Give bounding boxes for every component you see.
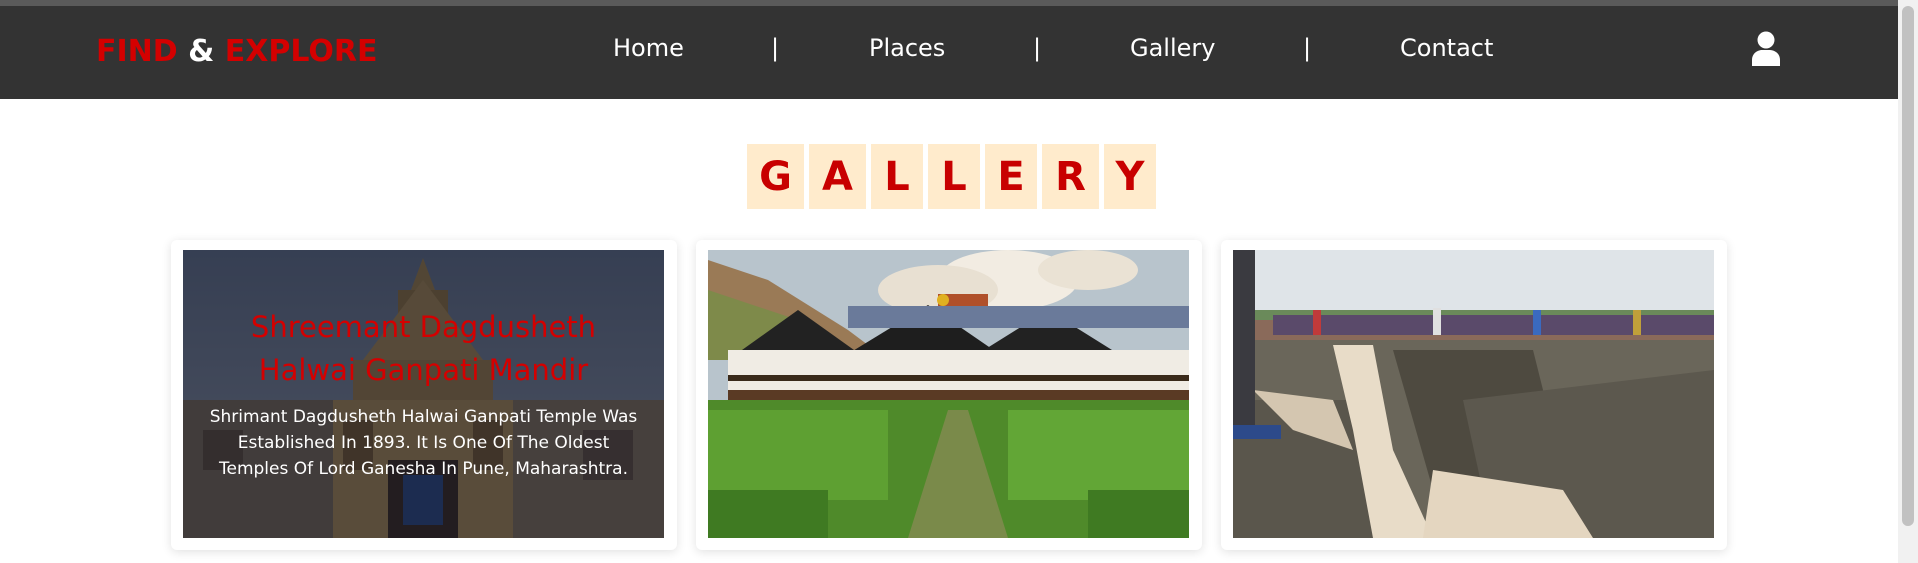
gallery-heading: G A L L E R Y — [747, 144, 1156, 209]
heading-letter: Y — [1104, 144, 1156, 209]
gallery-card-temple[interactable]: Shreemant Dagdusheth Halwai Ganpati Mand… — [171, 240, 677, 550]
heading-letter: L — [928, 144, 980, 209]
temple-photo: Shreemant Dagdusheth Halwai Ganpati Mand… — [183, 250, 664, 538]
heading-letter: A — [809, 144, 866, 209]
card-description: Shrimant Dagdusheth Halwai Ganpati Templ… — [209, 407, 638, 479]
waterfall-photo — [1233, 250, 1714, 538]
card-overlay: Shreemant Dagdusheth Halwai Ganpati Mand… — [183, 250, 664, 538]
scrollbar-thumb[interactable] — [1902, 6, 1914, 526]
heading-letter: R — [1042, 144, 1099, 209]
logo-explore: EXPLORE — [224, 34, 378, 69]
nav-separator: | — [1303, 34, 1312, 62]
nav-separator: | — [1033, 34, 1042, 62]
nav-separator: | — [771, 34, 780, 62]
nav-link-places[interactable]: Places — [869, 34, 945, 62]
card-title: Shreemant Dagdusheth Halwai Ganpati Mand… — [250, 310, 597, 387]
nav-link-gallery[interactable]: Gallery — [1130, 34, 1215, 62]
logo-ampersand: & — [188, 34, 215, 69]
logo-find: FIND — [96, 34, 178, 69]
nav-link-home[interactable]: Home — [613, 34, 684, 62]
heading-letter: E — [985, 144, 1037, 209]
navbar: FIND & EXPLORE Home | Places | Gallery |… — [0, 6, 1898, 99]
page-scrollbar[interactable] — [1898, 0, 1918, 563]
nav-link-contact[interactable]: Contact — [1400, 34, 1493, 62]
site-logo[interactable]: FIND & EXPLORE — [96, 34, 378, 69]
heading-letter: L — [871, 144, 923, 209]
gallery-card-vineyard[interactable] — [696, 240, 1202, 550]
vineyard-photo — [708, 250, 1189, 538]
heading-letter: G — [747, 144, 804, 209]
gallery-card-waterfall[interactable] — [1221, 240, 1727, 550]
user-icon[interactable] — [1751, 30, 1781, 66]
